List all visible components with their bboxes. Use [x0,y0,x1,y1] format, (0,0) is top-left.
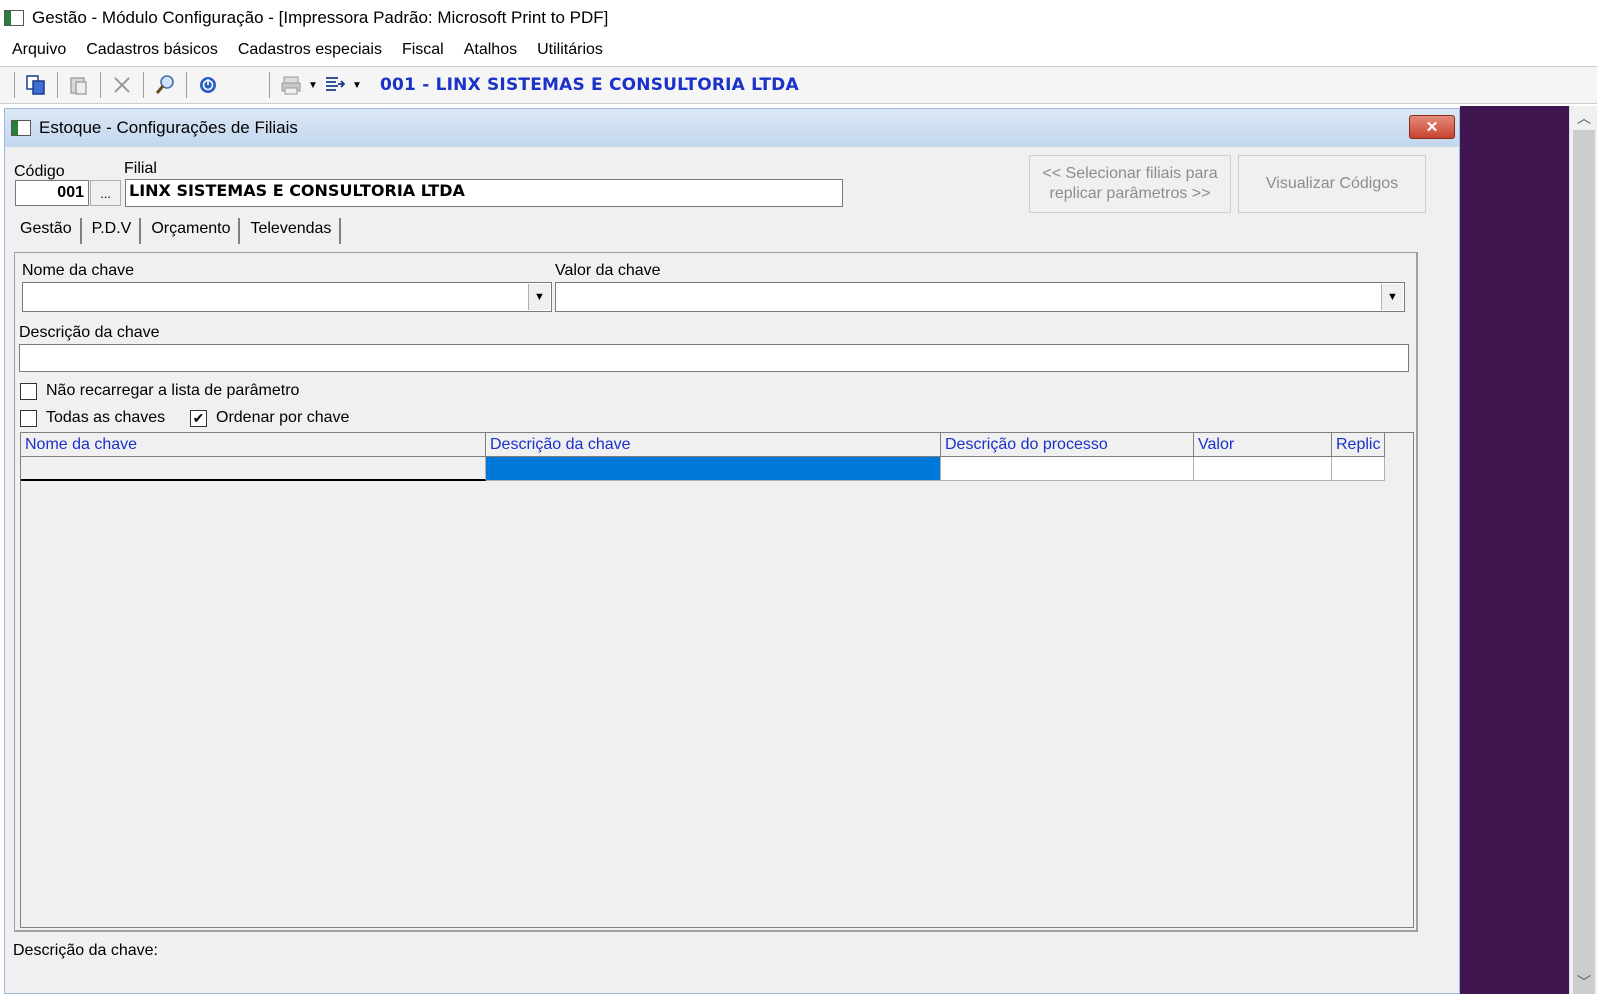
menu-fiscal[interactable]: Fiscal [392,41,454,59]
todas-chaves-label: Todas as chaves [46,409,166,426]
menu-cadastros-especiais[interactable]: Cadastros especiais [228,41,392,59]
printer-dropdown-icon[interactable]: ▼ [306,70,320,100]
paste-icon[interactable] [64,70,94,100]
tab-orcamento[interactable]: Orçamento [143,218,241,244]
app-title: Gestão - Módulo Configuração - [Impresso… [32,8,609,27]
column-header-valor[interactable]: Valor [1194,433,1332,457]
table-row[interactable] [21,457,1385,481]
toolbar-separator [143,72,144,98]
valor-chave-label: Valor da chave [555,262,661,279]
scrollbar-thumb[interactable] [1573,130,1595,994]
app-title-bar: Gestão - Módulo Configuração - [Impresso… [0,0,1597,36]
filial-label: Filial [124,160,157,177]
view-codes-button[interactable]: Visualizar Códigos [1238,155,1426,213]
menu-arquivo[interactable]: Arquivo [2,41,76,59]
menu-cadastros-basicos[interactable]: Cadastros básicos [76,41,228,59]
column-header-nome-chave[interactable]: Nome da chave [21,433,486,457]
toolbar: ▼ ▼ 001 - LINX SISTEMAS E CONSULTORIA LT… [0,66,1597,104]
codigo-label: Código [14,163,65,180]
filial-input[interactable]: LINX SISTEMAS E CONSULTORIA LTDA [125,179,843,207]
column-header-descricao-processo[interactable]: Descrição do processo [941,433,1194,457]
child-title-bar: Estoque - Configurações de Filiais ✕ [5,109,1459,147]
copy-icon[interactable] [21,70,51,100]
table-cell[interactable] [1194,457,1332,481]
todas-chaves-checkbox[interactable]: Todas as chaves [20,409,165,427]
table-cell[interactable] [21,457,486,481]
table-cell-selected[interactable] [486,457,941,481]
toolbar-separator [186,72,187,98]
nao-recarregar-checkbox[interactable]: Não recarregar a lista de parâmetro [20,382,299,400]
desktop-background [1460,106,1569,994]
window-icon [11,120,31,136]
scroll-up-icon[interactable]: ︿ [1570,106,1597,130]
nome-chave-combo[interactable]: ▼ [22,282,552,312]
ordenar-chave-checkbox[interactable]: ✔ Ordenar por chave [190,409,349,427]
app-icon [4,10,24,26]
tab-bar: Gestão P.D.V Orçamento Televendas [12,218,343,246]
table-cell[interactable] [941,457,1194,481]
parameters-grid[interactable]: Nome da chave Descrição da chave Descriç… [20,432,1414,928]
child-window-title: Estoque - Configurações de Filiais [39,118,298,137]
chevron-down-icon[interactable]: ▼ [528,284,550,310]
export-icon[interactable] [320,70,350,100]
select-filiais-line2: replicar parâmetros >> [1049,185,1211,202]
toolbar-separator [100,72,101,98]
nao-recarregar-label: Não recarregar a lista de parâmetro [46,382,300,399]
export-dropdown-icon[interactable]: ▼ [350,70,364,100]
menu-atalhos[interactable]: Atalhos [454,41,527,59]
column-header-replic[interactable]: Replic [1332,433,1385,457]
codigo-input[interactable]: 001 [15,180,89,206]
grid-header: Nome da chave Descrição da chave Descriç… [21,433,1385,457]
valor-chave-combo[interactable]: ▼ [555,282,1405,312]
tab-pdv[interactable]: P.D.V [84,218,142,244]
nome-chave-label: Nome da chave [22,262,135,279]
toolbar-separator [57,72,58,98]
chevron-down-icon[interactable]: ▼ [1381,284,1403,310]
tab-gestao[interactable]: Gestão [12,218,82,244]
checkbox-box [20,382,37,400]
descricao-chave-input[interactable] [19,344,1409,372]
table-cell[interactable] [1332,457,1385,481]
checkbox-box [20,409,37,427]
power-icon[interactable] [193,70,223,100]
tab-televendas[interactable]: Televendas [242,218,342,244]
toolbar-separator [269,72,270,98]
toolbar-company-name: 001 - LINX SISTEMAS E CONSULTORIA LTDA [380,75,799,95]
toolbar-separator [14,72,15,98]
menu-utilitarios[interactable]: Utilitários [527,41,613,59]
close-button[interactable]: ✕ [1409,115,1455,139]
printer-icon[interactable] [276,70,306,100]
descricao-chave-label: Descrição da chave [19,324,160,341]
codigo-lookup-button[interactable]: ... [90,180,121,206]
scroll-down-icon[interactable]: ﹀ [1570,970,1597,994]
select-filiais-button[interactable]: << Selecionar filiais para replicar parâ… [1029,155,1231,213]
vertical-scrollbar[interactable]: ︿ ﹀ [1569,106,1597,994]
checkmark-icon: ✔ [190,409,207,427]
select-filiais-line1: << Selecionar filiais para [1042,165,1218,182]
delete-icon[interactable] [107,70,137,100]
column-header-descricao-chave[interactable]: Descrição da chave [486,433,941,457]
ordenar-chave-label: Ordenar por chave [216,409,350,426]
footer-descricao-label: Descrição da chave: [13,942,158,959]
search-icon[interactable] [150,70,180,100]
menu-bar: Arquivo Cadastros básicos Cadastros espe… [0,36,1597,64]
